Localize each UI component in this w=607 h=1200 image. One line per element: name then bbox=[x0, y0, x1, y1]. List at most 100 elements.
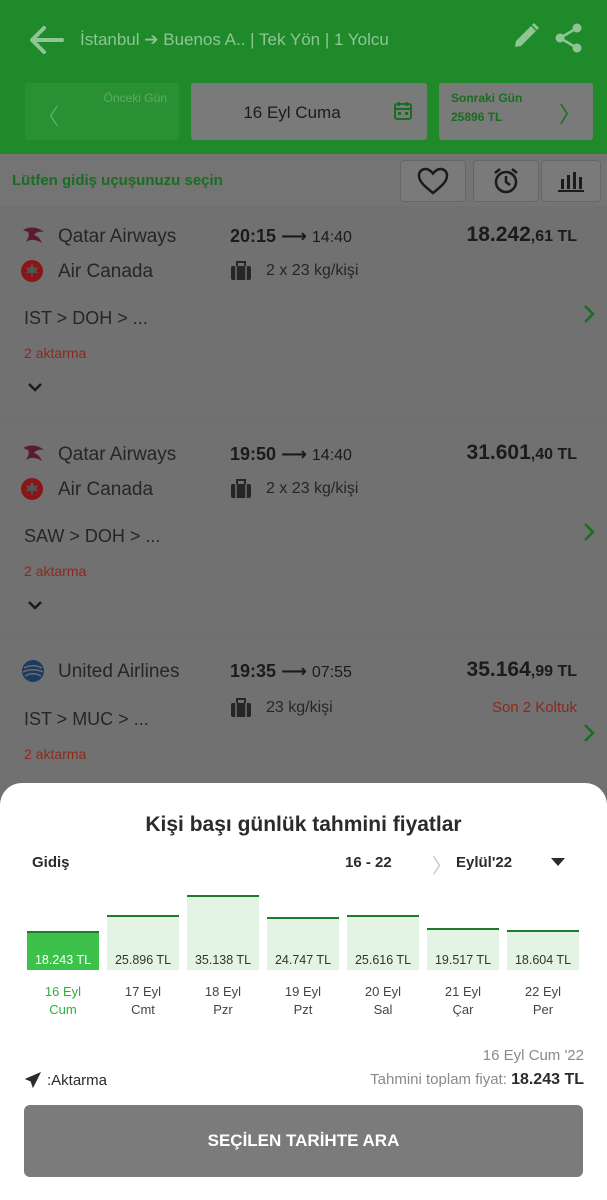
day-weekday: Cmt bbox=[131, 1002, 155, 1017]
select-flight-instruction: Lütfen gidiş uçuşunuzu seçin bbox=[12, 172, 223, 189]
flight-route: SAW > DOH > ... bbox=[24, 526, 161, 546]
flight-route: IST > MUC > ... bbox=[24, 709, 149, 729]
day-label[interactable]: 17 Eyl Cmt bbox=[107, 983, 179, 1019]
stop-count: 2 aktarma bbox=[24, 746, 87, 762]
previous-day-label: Önceki Gün bbox=[103, 91, 167, 105]
flight-price: 31.601,40 TL bbox=[467, 441, 577, 465]
arrival-time: 07:55 bbox=[311, 664, 352, 681]
day-label[interactable]: 21 Eyl Çar bbox=[427, 983, 499, 1019]
chevron-right-icon[interactable] bbox=[583, 723, 595, 743]
share-icon[interactable] bbox=[553, 22, 585, 54]
favorite-button[interactable] bbox=[400, 160, 466, 202]
price-main: 35.164 bbox=[466, 658, 531, 681]
search-summary: İstanbul ➔ Buenos A.. | Tek Yön | 1 Yolc… bbox=[80, 30, 389, 49]
chevron-left-icon: 〈 bbox=[37, 104, 60, 129]
flight-card[interactable]: Qatar Airways Air Canada 20:15 ⟶ 14:40 1… bbox=[0, 206, 607, 413]
heart-icon bbox=[417, 167, 449, 195]
search-selected-date-button[interactable]: SEÇİLEN TARİHTE ARA bbox=[24, 1105, 583, 1177]
price-main: 31.601 bbox=[466, 441, 531, 464]
estimated-total: Tahmini toplam fiyat: 18.243 TL bbox=[370, 1071, 584, 1089]
qatar-airways-logo-icon bbox=[23, 227, 44, 243]
day-weekday: Per bbox=[532, 1002, 554, 1017]
day-date: 16 Eyl bbox=[44, 984, 82, 999]
price-cents: ,99 TL bbox=[530, 663, 577, 680]
airline-row: Qatar Airways bbox=[20, 222, 200, 250]
day-weekday: Pzt bbox=[293, 1002, 313, 1017]
baggage-info: 2 x 23 kg/kişi bbox=[230, 259, 430, 283]
stop-count: 2 aktarma bbox=[24, 563, 87, 579]
flight-route: IST > DOH > ... bbox=[24, 308, 148, 328]
day-date: 18 Eyl bbox=[204, 984, 242, 999]
day-date: 17 Eyl bbox=[124, 984, 162, 999]
day-label[interactable]: 19 Eyl Pzt bbox=[267, 983, 339, 1019]
price-chart-button[interactable] bbox=[541, 160, 601, 202]
arrow-right-icon: ⟶ bbox=[281, 661, 307, 681]
air-canada-logo-icon bbox=[21, 478, 43, 500]
next-day-button[interactable]: Sonraki Gün 25896 TL 〉 bbox=[439, 83, 593, 140]
chevron-right-icon: 〉 bbox=[558, 102, 581, 127]
flight-times: 19:50 ⟶ 14:40 bbox=[230, 444, 352, 465]
qatar-airways-logo-icon bbox=[23, 445, 44, 461]
arrow-right-icon: ⟶ bbox=[281, 444, 307, 464]
departure-time: 19:35 bbox=[230, 661, 277, 681]
arrow-right-icon: ⟶ bbox=[281, 226, 307, 246]
top-header: İstanbul ➔ Buenos A.. | Tek Yön | 1 Yolc… bbox=[0, 0, 607, 154]
airline-row: Air Canada bbox=[20, 257, 200, 285]
price-cents: ,61 TL bbox=[530, 228, 577, 245]
alarm-clock-icon bbox=[494, 168, 518, 194]
suitcase-icon bbox=[231, 698, 251, 717]
airline-row: United Airlines bbox=[20, 657, 200, 685]
day-date: 19 Eyl bbox=[284, 984, 322, 999]
bar-value-label: 25.896 TL bbox=[114, 953, 172, 967]
chevron-right-icon[interactable] bbox=[583, 304, 595, 324]
day-date: 21 Eyl bbox=[444, 984, 482, 999]
air-canada-logo-icon bbox=[21, 260, 43, 282]
chevron-right-icon[interactable] bbox=[583, 522, 595, 542]
day-label[interactable]: 18 Eyl Pzr bbox=[187, 983, 259, 1019]
departure-time: 19:50 bbox=[230, 444, 277, 464]
flight-card[interactable]: United Airlines 19:35 ⟶ 07:55 35.164,99 … bbox=[0, 641, 607, 783]
selected-date: 16 Eyl Cum '22 bbox=[482, 1047, 584, 1064]
departure-time: 20:15 bbox=[230, 226, 277, 246]
total-label: Tahmini toplam fiyat: bbox=[370, 1071, 507, 1088]
day-date: 22 Eyl bbox=[524, 984, 562, 999]
bar-value-label: 25.616 TL bbox=[354, 953, 412, 967]
day-label[interactable]: 16 Eyl Cum bbox=[27, 983, 99, 1019]
suitcase-icon bbox=[231, 479, 251, 498]
chevron-down-icon[interactable] bbox=[26, 380, 44, 394]
airplane-icon bbox=[24, 1072, 42, 1089]
results-toolbar: Lütfen gidiş uçuşunuzu seçin bbox=[0, 154, 607, 206]
baggage-allowance: 2 x 23 kg/kişi bbox=[266, 480, 359, 497]
bar-value-label: 18.604 TL bbox=[514, 953, 572, 967]
current-date: 16 Eyl Cuma bbox=[243, 103, 341, 122]
date-picker-button[interactable]: 16 Eyl Cuma bbox=[191, 83, 427, 140]
bar-value-label: 24.747 TL bbox=[274, 953, 332, 967]
flight-price: 18.242,61 TL bbox=[467, 223, 577, 247]
flight-times: 19:35 ⟶ 07:55 bbox=[230, 661, 352, 682]
connection-legend-label: :Aktarma bbox=[47, 1072, 108, 1089]
edit-pencil-icon[interactable] bbox=[510, 20, 542, 52]
connection-legend: :Aktarma bbox=[24, 1071, 144, 1091]
bar-value-label: 19.517 TL bbox=[434, 953, 492, 967]
baggage-info: 2 x 23 kg/kişi bbox=[230, 477, 430, 501]
price-cents: ,40 TL bbox=[530, 446, 577, 463]
day-label[interactable]: 22 Eyl Per bbox=[507, 983, 579, 1019]
baggage-allowance: 23 kg/kişi bbox=[266, 699, 333, 716]
united-airlines-logo-icon bbox=[22, 660, 44, 682]
bar-chart-icon bbox=[558, 172, 584, 192]
suitcase-icon bbox=[231, 261, 251, 280]
previous-day-button[interactable]: 〈 Önceki Gün bbox=[25, 83, 179, 140]
price-alarm-button[interactable] bbox=[473, 160, 539, 202]
price-main: 18.242 bbox=[466, 223, 531, 246]
baggage-info: 23 kg/kişi bbox=[230, 696, 430, 720]
arrival-time: 14:40 bbox=[311, 447, 352, 464]
chevron-down-icon[interactable] bbox=[26, 598, 44, 612]
back-arrow-icon[interactable] bbox=[26, 22, 66, 58]
next-day-price: 25896 TL bbox=[451, 110, 503, 124]
flight-card[interactable]: Qatar Airways Air Canada 19:50 ⟶ 14:40 3… bbox=[0, 424, 607, 630]
flight-price: 35.164,99 TL bbox=[467, 658, 577, 682]
day-label[interactable]: 20 Eyl Sal bbox=[347, 983, 419, 1019]
bar-value-label: 35.138 TL bbox=[194, 953, 252, 967]
arrival-time: 14:40 bbox=[311, 229, 352, 246]
day-weekday: Cum bbox=[49, 1002, 77, 1017]
